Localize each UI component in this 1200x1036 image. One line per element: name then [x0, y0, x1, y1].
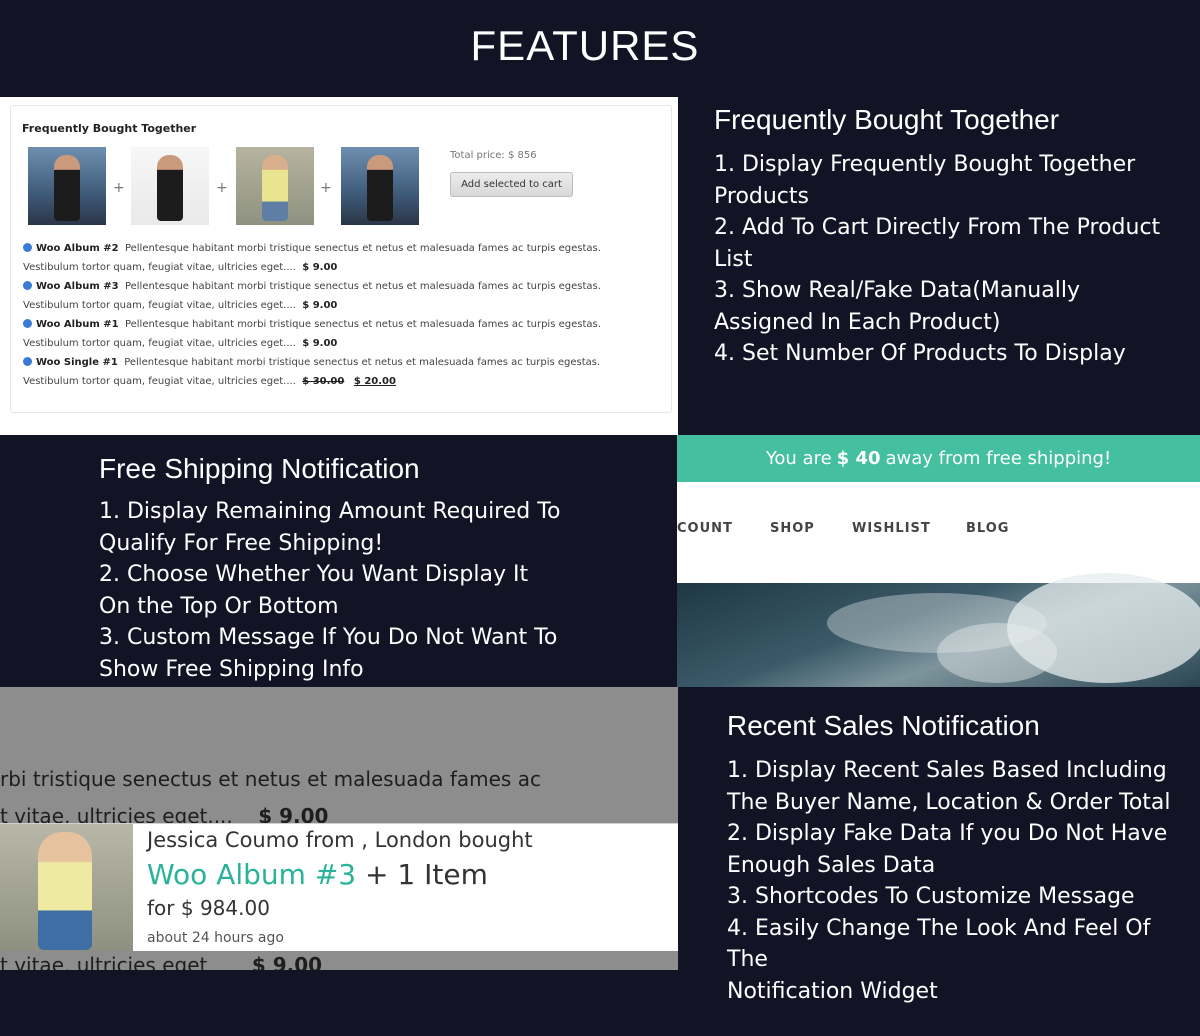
background-text: t vitae, ultricies eget $ 9.00: [0, 953, 322, 970]
fbt-item-price: $ 9.00: [302, 338, 338, 349]
feature-line: 3. Show Real/Fake Data(Manually: [714, 278, 1080, 303]
feature-line: List: [714, 246, 753, 272]
free-shipping-prefix: You are: [765, 448, 832, 469]
nav-item-blog[interactable]: BLOG: [966, 521, 1009, 536]
feature-line: Notification Widget: [727, 978, 938, 1004]
section-list-fbt: 1. Display Frequently Bought Together Pr…: [714, 149, 1184, 370]
feature-line: 1. Display Frequently Bought Together: [714, 152, 1136, 177]
feature-line: 3. Shortcodes To Customize Message: [727, 884, 1135, 909]
page-title: FEATURES: [470, 22, 700, 69]
fbt-item-desc2: Vestibulum tortor quam, feugiat vitae, u…: [23, 376, 296, 387]
fbt-heading: Frequently Bought Together: [22, 122, 197, 135]
fbt-item-name[interactable]: Woo Single #1: [36, 357, 118, 368]
recent-sale-popup[interactable]: Jessica Coumo from , London bought Woo A…: [0, 823, 678, 951]
feature-line: 3. Custom Message If You Do Not Want To: [99, 625, 558, 650]
plus-sign: +: [113, 180, 125, 196]
fbt-item-price: $ 9.00: [302, 300, 338, 311]
product-image-3[interactable]: [236, 147, 314, 225]
fbt-item-desc2: Vestibulum tortor quam, feugiat vitae, u…: [23, 300, 296, 311]
section-title-fbt: Frequently Bought Together: [714, 104, 1060, 135]
feature-line: 4. Easily Change The Look And Feel Of Th…: [727, 915, 1151, 973]
fbt-item-desc2: Vestibulum tortor quam, feugiat vitae, u…: [23, 338, 296, 349]
fbt-item-desc: Pellentesque habitant morbi tristique se…: [124, 243, 601, 254]
feature-line: The Buyer Name, Location & Order Total: [727, 789, 1171, 815]
nav-item-shop[interactable]: SHOP: [770, 521, 815, 536]
section-title-free-shipping: Free Shipping Notification: [99, 453, 420, 484]
fbt-item-desc: Pellentesque habitant morbi tristique se…: [124, 357, 601, 368]
nav-item-account[interactable]: COUNT: [677, 521, 733, 536]
section-list-free-shipping: 1. Display Remaining Amount Required To …: [99, 496, 659, 685]
sale-product-link[interactable]: Woo Album #3: [147, 858, 356, 891]
fbt-total-price: Total price: $ 856: [450, 150, 537, 161]
fbt-item-price: $ 9.00: [302, 262, 338, 273]
sale-buyer: Jessica Coumo from , London bought: [147, 828, 533, 852]
fbt-item: Woo Album #1 Pellentesque habitant morbi…: [23, 315, 653, 353]
product-image-1[interactable]: [28, 147, 106, 225]
background-text: rbi tristique senectus et netus et males…: [0, 767, 541, 791]
plus-sign: +: [320, 180, 332, 196]
feature-line: Qualify For Free Shipping!: [99, 530, 384, 556]
fbt-screenshot: Frequently Bought Together + + + Total p…: [0, 97, 678, 435]
feature-line: Assigned In Each Product): [714, 309, 1001, 335]
feature-line: 2. Display Fake Data If you Do Not Have: [727, 821, 1168, 846]
background-text-line: t vitae, ultricies eget: [0, 953, 208, 970]
fbt-item-name[interactable]: Woo Album #2: [36, 243, 119, 254]
feature-line: Show Free Shipping Info: [99, 656, 364, 682]
feature-line: 1. Display Remaining Amount Required To: [99, 499, 561, 524]
checkbox-checked-icon[interactable]: [23, 319, 32, 328]
feature-line: 1. Display Recent Sales Based Including: [727, 758, 1167, 783]
fbt-item-name[interactable]: Woo Album #1: [36, 319, 119, 330]
fbt-item-desc: Pellentesque habitant morbi tristique se…: [124, 319, 601, 330]
hero-image: [677, 573, 1200, 687]
fbt-item-name[interactable]: Woo Album #3: [36, 281, 119, 292]
fbt-item-old-price: $ 30.00: [302, 376, 345, 387]
checkbox-checked-icon[interactable]: [23, 281, 32, 290]
free-shipping-amount: $ 40: [836, 448, 881, 469]
section-title-recent-sales: Recent Sales Notification: [727, 710, 1040, 741]
fbt-item: Woo Album #2 Pellentesque habitant morbi…: [23, 239, 653, 277]
recent-sales-screenshot: rbi tristique senectus et netus et males…: [0, 687, 678, 970]
free-shipping-suffix: away from free shipping!: [885, 448, 1112, 469]
sale-total: for $ 984.00: [147, 896, 270, 920]
feature-line: Products: [714, 183, 809, 209]
add-selected-to-cart-button[interactable]: Add selected to cart: [450, 172, 573, 197]
fbt-item-desc: Pellentesque habitant morbi tristique se…: [124, 281, 601, 292]
sale-extra-items: + 1 Item: [356, 858, 488, 891]
feature-line: 2. Add To Cart Directly From The Product: [714, 215, 1161, 240]
background-price: $ 9.00: [251, 953, 323, 970]
feature-line: 4. Set Number Of Products To Display: [714, 341, 1126, 366]
section-list-recent-sales: 1. Display Recent Sales Based Including …: [727, 755, 1197, 1007]
fbt-item-desc2: Vestibulum tortor quam, feugiat vitae, u…: [23, 262, 296, 273]
checkbox-checked-icon[interactable]: [23, 243, 32, 252]
feature-line: Enough Sales Data: [727, 852, 936, 878]
sale-time: about 24 hours ago: [147, 930, 284, 946]
plus-sign: +: [216, 180, 228, 196]
sale-product-image: [0, 824, 133, 951]
feature-line: 2. Choose Whether You Want Display It: [99, 562, 529, 587]
sale-product-line: Woo Album #3 + 1 Item: [147, 858, 488, 891]
nav-item-wishlist[interactable]: WISHLIST: [852, 521, 931, 536]
fbt-item: Woo Single #1 Pellentesque habitant morb…: [23, 353, 653, 391]
product-image-4[interactable]: [341, 147, 419, 225]
fbt-item: Woo Album #3 Pellentesque habitant morbi…: [23, 277, 653, 315]
checkbox-checked-icon[interactable]: [23, 357, 32, 366]
fbt-item-sale-price: $ 20.00: [353, 376, 396, 387]
free-shipping-bar: You are $ 40 away from free shipping!: [677, 435, 1200, 482]
feature-line: On the Top Or Bottom: [99, 593, 339, 619]
free-shipping-screenshot: You are $ 40 away from free shipping! CO…: [677, 435, 1200, 687]
product-image-2[interactable]: [131, 147, 209, 225]
